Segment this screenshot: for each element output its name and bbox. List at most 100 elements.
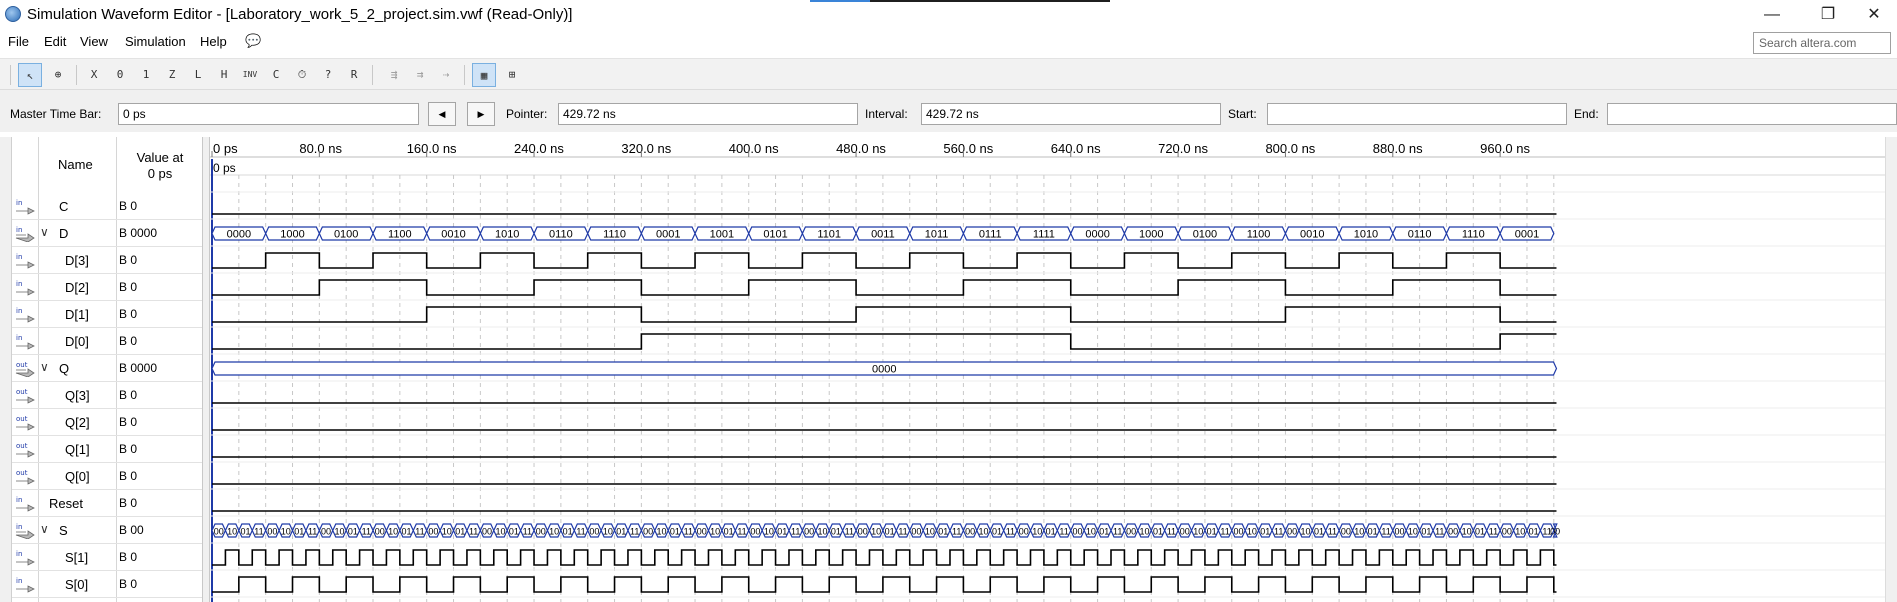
menu-help[interactable]: Help [200,34,227,49]
pane-splitter[interactable] [202,137,210,602]
s-bus-value: 00 [214,527,224,537]
select-tool-icon[interactable]: ↖ [18,63,42,87]
output-pin-icon: out [15,387,35,404]
name-column-header: Name [58,157,93,172]
s-bus-value: 10 [281,527,291,537]
clock-icon[interactable]: ⏱ [290,63,314,87]
toolbar: ↖ ⊕ X 0 1 Z L H INV C ⏱ ? R ⇶ ⇉ ⇢ ▦ ⊞ [0,58,1897,90]
waveform-pane[interactable]: 0 ps 80.0 ns 160.0 ns 240.0 ns 320.0 ns 400.0… [210,137,1885,602]
signal-row-d3[interactable]: in D[3] B 0 [12,247,202,274]
run-timing-icon[interactable]: ⇉ [408,63,432,87]
signal-row-d0[interactable]: in D[0] B 0 [12,328,202,355]
s-bus-value: 11 [630,527,639,537]
signal-row-c[interactable]: in C B 0 [12,193,202,220]
s-bus-value: 11 [791,527,800,537]
random-icon[interactable]: ? [316,63,340,87]
value-header-line1: Value at [136,150,184,165]
time-tick-label: 80.0 ns [299,141,342,156]
signal-s1-wave [212,549,1557,566]
chevron-down-icon[interactable]: ∨ [40,225,49,239]
menu-simulation[interactable]: Simulation [125,34,186,49]
svg-text:in: in [16,199,22,207]
force-weak-high-icon[interactable]: H [212,63,236,87]
signal-value: B 0 [119,307,138,321]
signal-row-q[interactable]: out ∨ Q B 0000 [12,355,202,382]
s-bus-value: 00 [643,527,653,537]
count-value-icon[interactable]: C [264,63,288,87]
generate-netlist-icon[interactable]: ⇢ [434,63,458,87]
s-bus-value: 10 [603,527,613,537]
s-bus-value: 01 [563,527,573,537]
signal-name: Q [59,361,70,376]
signal-row-d[interactable]: in ∨ D B 0000 [12,220,202,247]
d-bus-value: 0000 [1085,229,1109,241]
interval-field[interactable]: 429.72 ns [921,103,1221,125]
s-bus-value: 11 [1435,527,1444,537]
grid-settings-icon[interactable]: ⊞ [500,63,524,87]
signal-row-reset[interactable]: in Reset B 0 [12,490,202,517]
close-button[interactable]: ✕ [1851,2,1897,28]
vertical-scrollbar[interactable] [1885,137,1897,602]
signal-d0-wave [212,333,1557,350]
signal-row-d1[interactable]: in D[1] B 0 [12,301,202,328]
chevron-down-icon[interactable]: ∨ [40,522,49,536]
feedback-icon[interactable]: 💬 [245,33,261,49]
menu-edit[interactable]: Edit [44,34,66,49]
input-pin-icon: in [15,549,35,566]
force-high-icon[interactable]: 1 [134,63,158,87]
run-functional-icon[interactable]: ⇶ [382,63,406,87]
s-bus-value: 10 [1140,527,1150,537]
s-bus-value: 01 [724,527,734,537]
menu-file[interactable]: File [8,34,29,49]
force-unknown-icon[interactable]: X [82,63,106,87]
signal-d2-wave [212,279,1557,296]
s-bus-value: 11 [684,527,693,537]
signal-row-q2[interactable]: out Q[2] B 0 [12,409,202,436]
previous-transition-button[interactable]: ◀ [428,102,456,126]
s-bus-value: 11 [1006,527,1015,537]
d-bus-value: 1010 [495,229,519,241]
force-high-impedance-icon[interactable]: Z [160,63,184,87]
signal-name: Q[2] [65,415,90,430]
signal-row-q0[interactable]: out Q[0] B 0 [12,463,202,490]
menu-view[interactable]: View [80,34,108,49]
signal-row-q3[interactable]: out Q[3] B 0 [12,382,202,409]
signal-name: Reset [49,496,83,511]
s-bus-value: 01 [831,527,841,537]
s-bus-value: 11 [469,527,478,537]
pointer-field[interactable]: 429.72 ns [558,103,858,125]
s-bus-value: 10 [818,527,828,537]
signal-name: D[0] [65,334,89,349]
s-bus-value: 11 [952,527,961,537]
minimize-button[interactable]: — [1749,2,1795,28]
start-field[interactable] [1267,103,1567,125]
force-weak-low-icon[interactable]: L [186,63,210,87]
signal-row-s1[interactable]: in S[1] B 0 [12,544,202,571]
signal-row-s0[interactable]: in S[0] B 0 [12,571,202,598]
s-bus-value: 11 [1274,527,1283,537]
s-bus-value: 00 [536,527,546,537]
master-time-bar-field[interactable]: 0 ps [118,103,419,125]
next-transition-button[interactable]: ▶ [467,102,495,126]
search-input[interactable]: Search altera.com [1753,32,1891,54]
s-bus-value: 00 [1394,527,1404,537]
invert-icon[interactable]: INV [238,63,262,87]
chevron-down-icon[interactable]: ∨ [40,360,49,374]
zoom-tool-icon[interactable]: ⊕ [46,63,70,87]
signal-row-s[interactable]: in ∨ S B 00 [12,517,202,544]
s-bus-value: 10 [925,527,935,537]
end-field[interactable] [1607,103,1897,125]
s-bus-value: 01 [348,527,358,537]
time-tick-label: 960.0 ns [1480,141,1530,156]
snap-to-grid-icon[interactable]: ▦ [472,63,496,87]
overwrite-icon[interactable]: R [342,63,366,87]
svg-text:in: in [16,253,22,261]
s-bus-value: 01 [1207,527,1217,537]
signal-row-d2[interactable]: in D[2] B 0 [12,274,202,301]
s-bus-value: 01 [1153,527,1163,537]
signal-row-q1[interactable]: out Q[1] B 0 [12,436,202,463]
menu-bar: File Edit View Simulation Help 💬 [0,30,1897,56]
force-low-icon[interactable]: 0 [108,63,132,87]
maximize-button[interactable]: ❐ [1805,2,1851,28]
s-bus-value: 00 [1550,527,1560,537]
